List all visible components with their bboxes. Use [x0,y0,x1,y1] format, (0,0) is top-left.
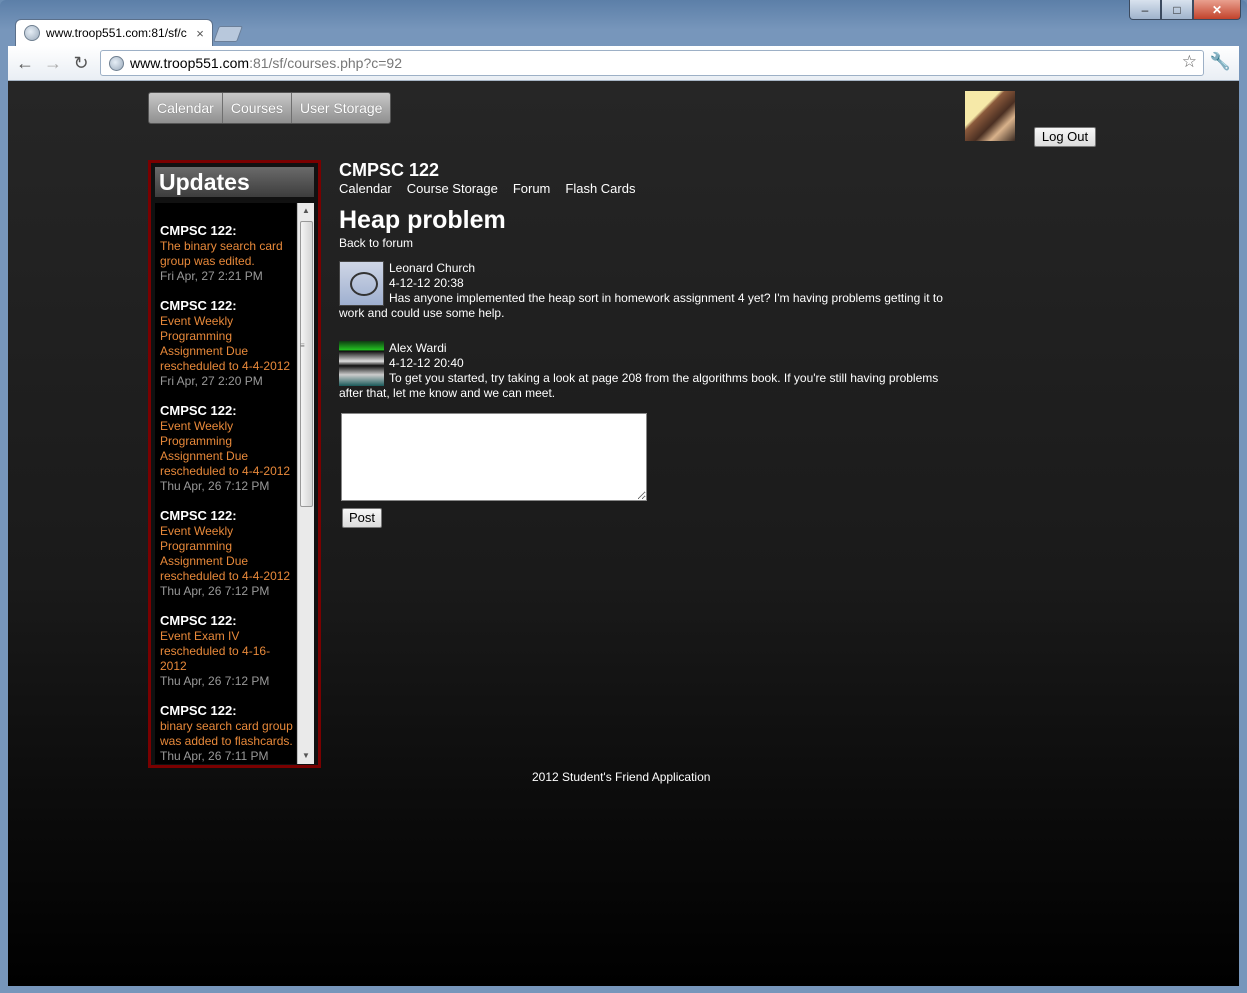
post-date: 4-12-12 20:38 [389,276,464,290]
post-body: Has anyone implemented the heap sort in … [339,291,943,320]
post-body: To get you started, try taking a look at… [339,371,939,400]
avatar [339,261,384,306]
update-link[interactable]: Event Weekly Programming Assignment Due … [160,419,296,479]
logout-button[interactable]: Log Out [1034,127,1096,147]
grip-icon: ≡ [300,341,305,350]
list-item: CMPSC 122: binary search card group was … [155,703,296,764]
updates-panel: Updates CMPSC 122: The binary search car… [148,160,321,768]
update-course: CMPSC 122: [160,613,237,628]
menu-courses[interactable]: Courses [223,93,292,123]
back-arrow-icon[interactable]: ← [14,52,36,74]
new-tab-button[interactable] [213,26,243,42]
browser-window: – □ ✕ www.troop551.com:81/sf/c × ← → ↻ w… [0,0,1247,993]
reply-textarea[interactable] [341,413,647,501]
minimize-icon[interactable]: – [1129,0,1161,20]
scroll-down-icon[interactable]: ▼ [298,748,314,764]
menu-user-storage[interactable]: User Storage [292,93,390,123]
scroll-up-icon[interactable]: ▲ [298,203,314,219]
subnav-calendar[interactable]: Calendar [339,181,392,196]
post-button[interactable]: Post [342,508,382,528]
update-link[interactable]: The binary search card group was edited. [160,239,296,269]
forum-post: Leonard Church 4-12-12 20:38 Has anyone … [339,261,944,321]
avatar [339,341,384,386]
update-time: Fri Apr, 27 2:21 PM [160,269,263,283]
subnav-forum[interactable]: Forum [513,181,551,196]
course-title: CMPSC 122 [339,160,440,180]
update-time: Thu Apr, 26 7:12 PM [160,584,270,598]
updates-list: CMPSC 122: The binary search card group … [155,203,296,764]
footer-text: 2012 Student's Friend Application [532,770,711,784]
window-controls: – □ ✕ [1129,0,1241,20]
update-time: Thu Apr, 26 7:12 PM [160,479,270,493]
subnav-course-storage[interactable]: Course Storage [407,181,498,196]
thread-title: Heap problem [339,206,506,234]
update-time: Thu Apr, 26 7:12 PM [160,674,270,688]
post-author: Alex Wardi [389,341,447,355]
reload-icon[interactable]: ↻ [70,52,92,74]
menu-calendar[interactable]: Calendar [149,93,223,123]
user-avatar[interactable] [965,91,1015,141]
update-course: CMPSC 122: [160,403,237,418]
course-subnav: Calendar Course Storage Forum Flash Card… [339,181,635,196]
list-item: CMPSC 122: The binary search card group … [155,223,296,284]
update-course: CMPSC 122: [160,508,237,523]
scroll-thumb[interactable] [300,221,313,507]
browser-toolbar: ← → ↻ www.troop551.com:81/sf/courses.php… [8,46,1239,81]
star-icon[interactable]: ☆ [1182,52,1197,72]
globe-icon [109,55,124,71]
list-item: CMPSC 122: Event Weekly Programming Assi… [155,508,296,599]
post-date: 4-12-12 20:40 [389,356,464,370]
update-link[interactable]: Event Weekly Programming Assignment Due … [160,524,296,584]
globe-icon [24,25,40,41]
wrench-icon[interactable]: 🔧 [1210,52,1231,72]
list-item: CMPSC 122: Event Weekly Programming Assi… [155,298,296,389]
list-item: CMPSC 122: Event Exam IV rescheduled to … [155,613,296,689]
subnav-flash-cards[interactable]: Flash Cards [565,181,635,196]
updates-scrollbar[interactable]: ▲ ≡ ▼ [297,203,314,764]
update-course: CMPSC 122: [160,298,237,313]
url-host: www.troop551.com [130,55,250,71]
forward-arrow-icon[interactable]: → [42,52,64,74]
top-menu: Calendar Courses User Storage [148,92,392,124]
url-path: :81/sf/courses.php?c=92 [249,55,402,71]
address-bar[interactable]: www.troop551.com:81/sf/courses.php?c=92 … [100,50,1204,76]
tab-title: www.troop551.com:81/sf/c [46,26,187,40]
tab-close-icon[interactable]: × [192,26,208,41]
updates-title: Updates [155,167,314,197]
update-link[interactable]: Event Exam IV rescheduled to 4-16-2012 [160,629,296,674]
back-to-forum-link[interactable]: Back to forum [339,236,413,250]
update-time: Thu Apr, 26 7:11 PM [160,749,269,763]
forum-post: Alex Wardi 4-12-12 20:40 To get you star… [339,341,944,401]
update-time: Fri Apr, 27 2:20 PM [160,374,263,388]
update-course: CMPSC 122: [160,703,237,718]
browser-tab[interactable]: www.troop551.com:81/sf/c × [16,20,212,46]
maximize-icon[interactable]: □ [1161,0,1193,20]
page-viewport: Calendar Courses User Storage Log Out Up… [8,81,1239,986]
close-window-icon[interactable]: ✕ [1193,0,1241,20]
update-course: CMPSC 122: [160,223,237,238]
update-link[interactable]: Event Weekly Programming Assignment Due … [160,314,296,374]
post-author: Leonard Church [389,261,476,275]
update-link[interactable]: binary search card group was added to fl… [160,719,296,749]
list-item: CMPSC 122: Event Weekly Programming Assi… [155,403,296,494]
